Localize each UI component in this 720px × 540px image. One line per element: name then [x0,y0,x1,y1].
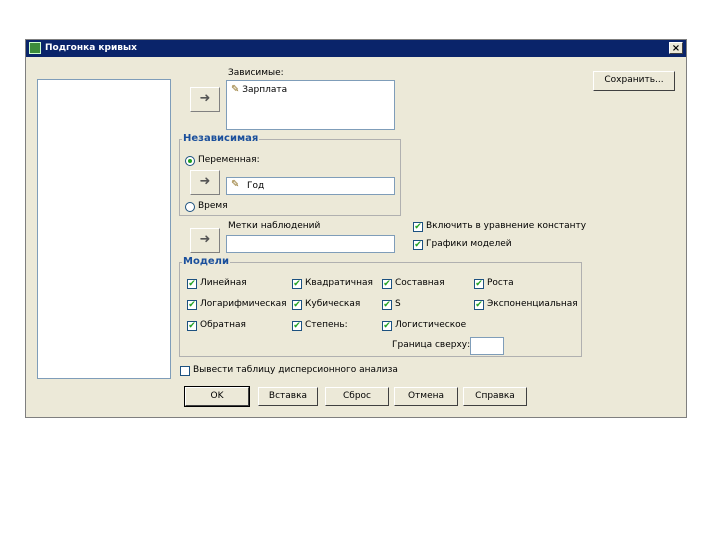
anova-label: Вывести таблицу дисперсионного анализа [193,365,398,375]
case-labels-field[interactable] [226,235,395,253]
case-labels-label: Метки наблюдений [228,221,321,231]
model-checkbox[interactable]: ✔ [292,321,302,331]
model-checkbox[interactable]: ✔ [292,279,302,289]
ruler-icon: ✎ [231,84,240,95]
model-label: Логарифмическая [200,299,287,309]
model-label: Роста [487,278,514,288]
plot-models-checkbox[interactable]: ✔ [413,240,423,250]
models-group [179,262,582,357]
save-button[interactable]: Сохранить... [593,71,675,91]
independent-group-title: Независимая [182,133,260,144]
model-label: S [395,299,401,309]
upper-bound-label: Граница сверху: [392,340,471,350]
cancel-button[interactable]: Отмена [394,387,458,406]
close-button[interactable]: × [669,42,683,54]
dependent-list[interactable]: ✎ Зарплата [226,80,395,130]
time-radio-label: Время [198,201,228,211]
variable-radio[interactable] [185,156,195,166]
ok-button[interactable]: OK [184,386,250,407]
model-checkbox[interactable]: ✔ [187,321,197,331]
model-label: Составная [395,278,445,288]
model-checkbox[interactable]: ✔ [474,279,484,289]
independent-variable-field[interactable]: ✎ Год [226,177,395,195]
model-label: Экспоненциальная [487,299,578,309]
model-checkbox[interactable]: ✔ [187,300,197,310]
curve-fit-dialog: Подгонка кривых × Зависимые: ➜ ✎ Зарплат… [25,39,687,418]
independent-move-button[interactable]: ➜ [190,170,220,195]
include-constant-label: Включить в уравнение константу [426,221,587,231]
model-label: Степень: [305,320,348,330]
time-radio[interactable] [185,202,195,212]
model-checkbox[interactable]: ✔ [382,321,392,331]
upper-bound-field[interactable] [470,337,504,355]
dependent-label: Зависимые: [228,68,284,78]
paste-button[interactable]: Вставка [258,387,318,406]
model-checkbox[interactable]: ✔ [187,279,197,289]
model-checkbox[interactable]: ✔ [382,279,392,289]
dependent-move-button[interactable]: ➜ [190,87,220,112]
dependent-item-label: Зарплата [242,85,288,95]
title-bar: Подгонка кривых × [26,40,686,57]
arrow-right-icon: ➜ [199,232,211,247]
include-constant-checkbox[interactable]: ✔ [413,222,423,232]
independent-variable-value: Год [247,181,265,191]
model-label: Кубическая [305,299,361,309]
variable-radio-label: Переменная: [198,155,260,165]
models-group-title: Модели [182,256,231,267]
anova-checkbox[interactable] [180,366,190,376]
source-variable-list[interactable] [37,79,171,379]
plot-models-label: Графики моделей [426,239,512,249]
model-label: Квадратичная [305,278,373,288]
model-label: Линейная [200,278,247,288]
dependent-item[interactable]: ✎ Зарплата [231,84,287,95]
reset-button[interactable]: Сброс [325,387,389,406]
model-checkbox[interactable]: ✔ [382,300,392,310]
window-title: Подгонка кривых [45,43,137,53]
ruler-icon: ✎ [231,179,240,190]
case-labels-move-button[interactable]: ➜ [190,228,220,253]
app-icon [29,42,41,54]
model-checkbox[interactable]: ✔ [474,300,484,310]
arrow-right-icon: ➜ [199,174,211,189]
model-checkbox[interactable]: ✔ [292,300,302,310]
model-label: Логистическое [395,320,467,330]
help-button[interactable]: Справка [463,387,527,406]
model-label: Обратная [200,320,246,330]
arrow-right-icon: ➜ [199,91,211,106]
